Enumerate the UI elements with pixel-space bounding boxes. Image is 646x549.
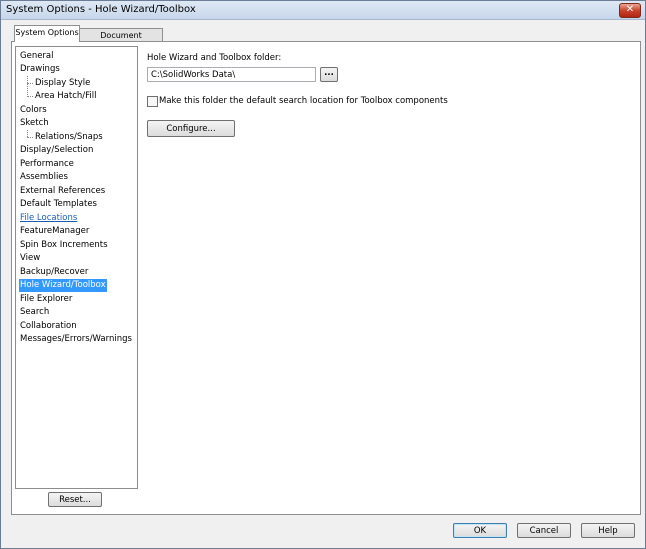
configure-button[interactable]: Configure... — [147, 120, 235, 137]
tree-item-display-style[interactable]: Display Style — [35, 77, 90, 90]
default-search-checkbox[interactable] — [147, 96, 158, 107]
options-tree[interactable]: General Drawings Display Style Area Hatc… — [15, 46, 138, 489]
tree-item-spin-box-increments[interactable]: Spin Box Increments — [20, 239, 108, 252]
folder-label: Hole Wizard and Toolbox folder: — [147, 53, 282, 63]
help-button[interactable]: Help — [581, 523, 635, 538]
tree-item-general[interactable]: General — [20, 50, 54, 63]
tree-item-messages-errors-warnings[interactable]: Messages/Errors/Warnings — [20, 333, 132, 346]
reset-button[interactable]: Reset... — [48, 492, 102, 507]
tree-connector — [27, 76, 28, 97]
tree-item-hole-wizard-toolbox[interactable]: Hole Wizard/Toolbox — [19, 279, 107, 292]
tree-item-colors[interactable]: Colors — [20, 104, 47, 117]
tab-system-options[interactable]: System Options — [14, 25, 80, 42]
tree-item-featuremanager[interactable]: FeatureManager — [20, 225, 89, 238]
tree-item-relations-snaps[interactable]: Relations/Snaps — [35, 131, 103, 144]
tree-item-view[interactable]: View — [20, 252, 40, 265]
tree-item-external-references[interactable]: External References — [20, 185, 105, 198]
tree-item-display-selection[interactable]: Display/Selection — [20, 144, 93, 157]
tree-item-performance[interactable]: Performance — [20, 158, 74, 171]
tree-item-backup-recover[interactable]: Backup/Recover — [20, 266, 88, 279]
tree-connector — [27, 137, 33, 138]
tree-item-default-templates[interactable]: Default Templates — [20, 198, 97, 211]
tree-item-file-explorer[interactable]: File Explorer — [20, 293, 72, 306]
system-options-window: System Options - Hole Wizard/Toolbox ✕ S… — [0, 0, 646, 549]
tree-item-collaboration[interactable]: Collaboration — [20, 320, 77, 333]
tree-item-drawings[interactable]: Drawings — [20, 63, 60, 76]
browse-button[interactable]: ... — [320, 67, 338, 82]
tree-item-file-locations[interactable]: File Locations — [20, 212, 77, 225]
cancel-button[interactable]: Cancel — [517, 523, 571, 538]
ok-button[interactable]: OK — [453, 523, 507, 538]
title-bar: System Options - Hole Wizard/Toolbox ✕ — [1, 1, 645, 20]
tree-item-area-hatch-fill[interactable]: Area Hatch/Fill — [35, 90, 96, 103]
tree-item-search[interactable]: Search — [20, 306, 49, 319]
close-button[interactable]: ✕ — [619, 3, 641, 18]
tree-item-assemblies[interactable]: Assemblies — [20, 171, 68, 184]
tree-connector — [27, 96, 33, 97]
tree-connector — [27, 130, 28, 137]
default-search-label: Make this folder the default search loca… — [159, 96, 448, 106]
tree-item-sketch[interactable]: Sketch — [20, 117, 49, 130]
window-title: System Options - Hole Wizard/Toolbox — [6, 4, 196, 15]
tree-connector — [27, 83, 33, 84]
toolbox-folder-field[interactable]: C:\SolidWorks Data\ — [147, 67, 316, 82]
